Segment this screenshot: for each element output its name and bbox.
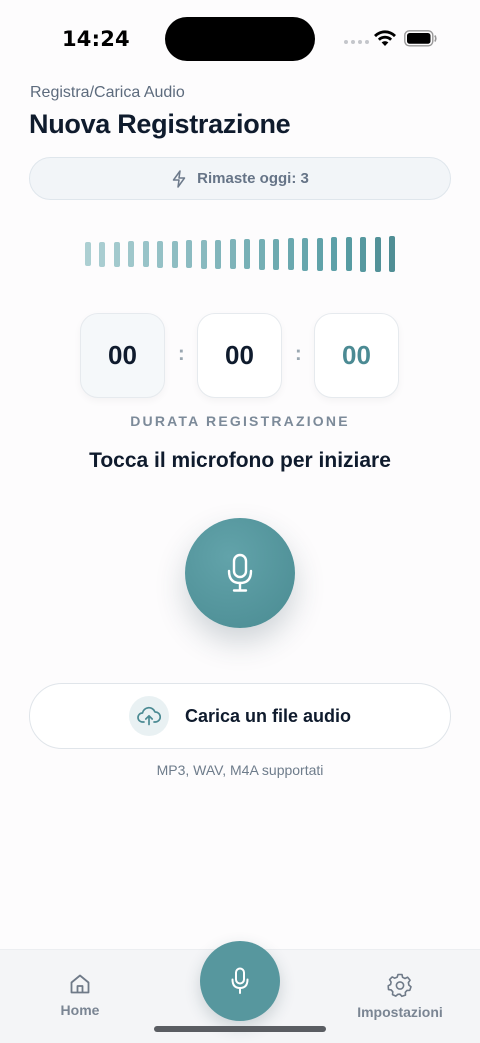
upload-audio-button[interactable]: Carica un file audio	[29, 683, 451, 749]
page-subtitle: Registra/Carica Audio	[30, 84, 185, 101]
upload-audio-label: Carica un file audio	[184, 705, 352, 726]
waveform-bar	[230, 239, 236, 269]
upload-icon-circle	[128, 696, 169, 736]
waveform-bar	[215, 239, 221, 269]
supported-formats-note: MP3, WAV, M4A supportati	[156, 762, 324, 778]
timer-seconds: 00	[314, 313, 399, 398]
timer-minutes: 00	[197, 313, 282, 398]
waveform-bar	[273, 238, 279, 270]
waveform-bar	[389, 236, 395, 272]
tab-home[interactable]: Home	[55, 972, 105, 1018]
waveform-bar	[172, 240, 178, 268]
remaining-today-badge: Rimaste oggi: 3	[29, 157, 451, 200]
waveform-bar	[346, 237, 352, 271]
waveform-bar	[331, 237, 337, 271]
cloud-upload-icon	[137, 706, 161, 726]
tab-settings-label: Impostazioni	[357, 1004, 443, 1020]
waveform-bar	[288, 238, 294, 270]
dynamic-island	[165, 17, 315, 61]
timer-separator: :	[178, 343, 185, 365]
waveform-bar	[157, 240, 163, 268]
waveform-bar	[317, 237, 323, 271]
gear-icon	[387, 973, 412, 998]
waveform-bar	[143, 241, 149, 267]
lightning-icon	[172, 169, 186, 188]
microphone-icon	[227, 553, 253, 592]
tab-record-button[interactable]	[200, 941, 280, 1021]
waveform-bar	[99, 241, 105, 267]
timer-hours: 00	[80, 313, 165, 398]
microphone-icon	[231, 967, 249, 994]
duration-label: DURATA REGISTRAZIONE	[130, 413, 350, 429]
record-button[interactable]	[185, 518, 295, 628]
waveform-bar	[186, 240, 192, 268]
home-icon	[70, 974, 90, 994]
page-title: Nuova Registrazione	[29, 109, 291, 139]
waveform-bar	[114, 241, 120, 267]
waveform-bar	[375, 236, 381, 272]
waveform-bar	[201, 239, 207, 269]
wifi-icon	[374, 30, 396, 46]
waveform-bar	[85, 242, 91, 266]
waveform-bar	[128, 241, 134, 267]
timer-separator: :	[295, 343, 302, 365]
waveform-bar	[302, 237, 308, 271]
waveform-visualizer	[85, 236, 395, 272]
tab-settings[interactable]: Impostazioni	[348, 972, 452, 1020]
remaining-today-label: Rimaste oggi: 3	[197, 170, 309, 187]
tab-home-label: Home	[60, 1002, 100, 1018]
status-bar: 14:24	[0, 0, 480, 78]
waveform-bar	[360, 236, 366, 272]
home-indicator	[154, 1026, 326, 1032]
battery-icon	[404, 30, 437, 47]
waveform-bar	[259, 238, 265, 270]
instruction-text: Tocca il microfono per iniziare	[89, 449, 391, 472]
waveform-bar	[244, 239, 250, 269]
cellular-signal-icon	[344, 40, 369, 44]
status-time: 14:24	[62, 27, 130, 51]
